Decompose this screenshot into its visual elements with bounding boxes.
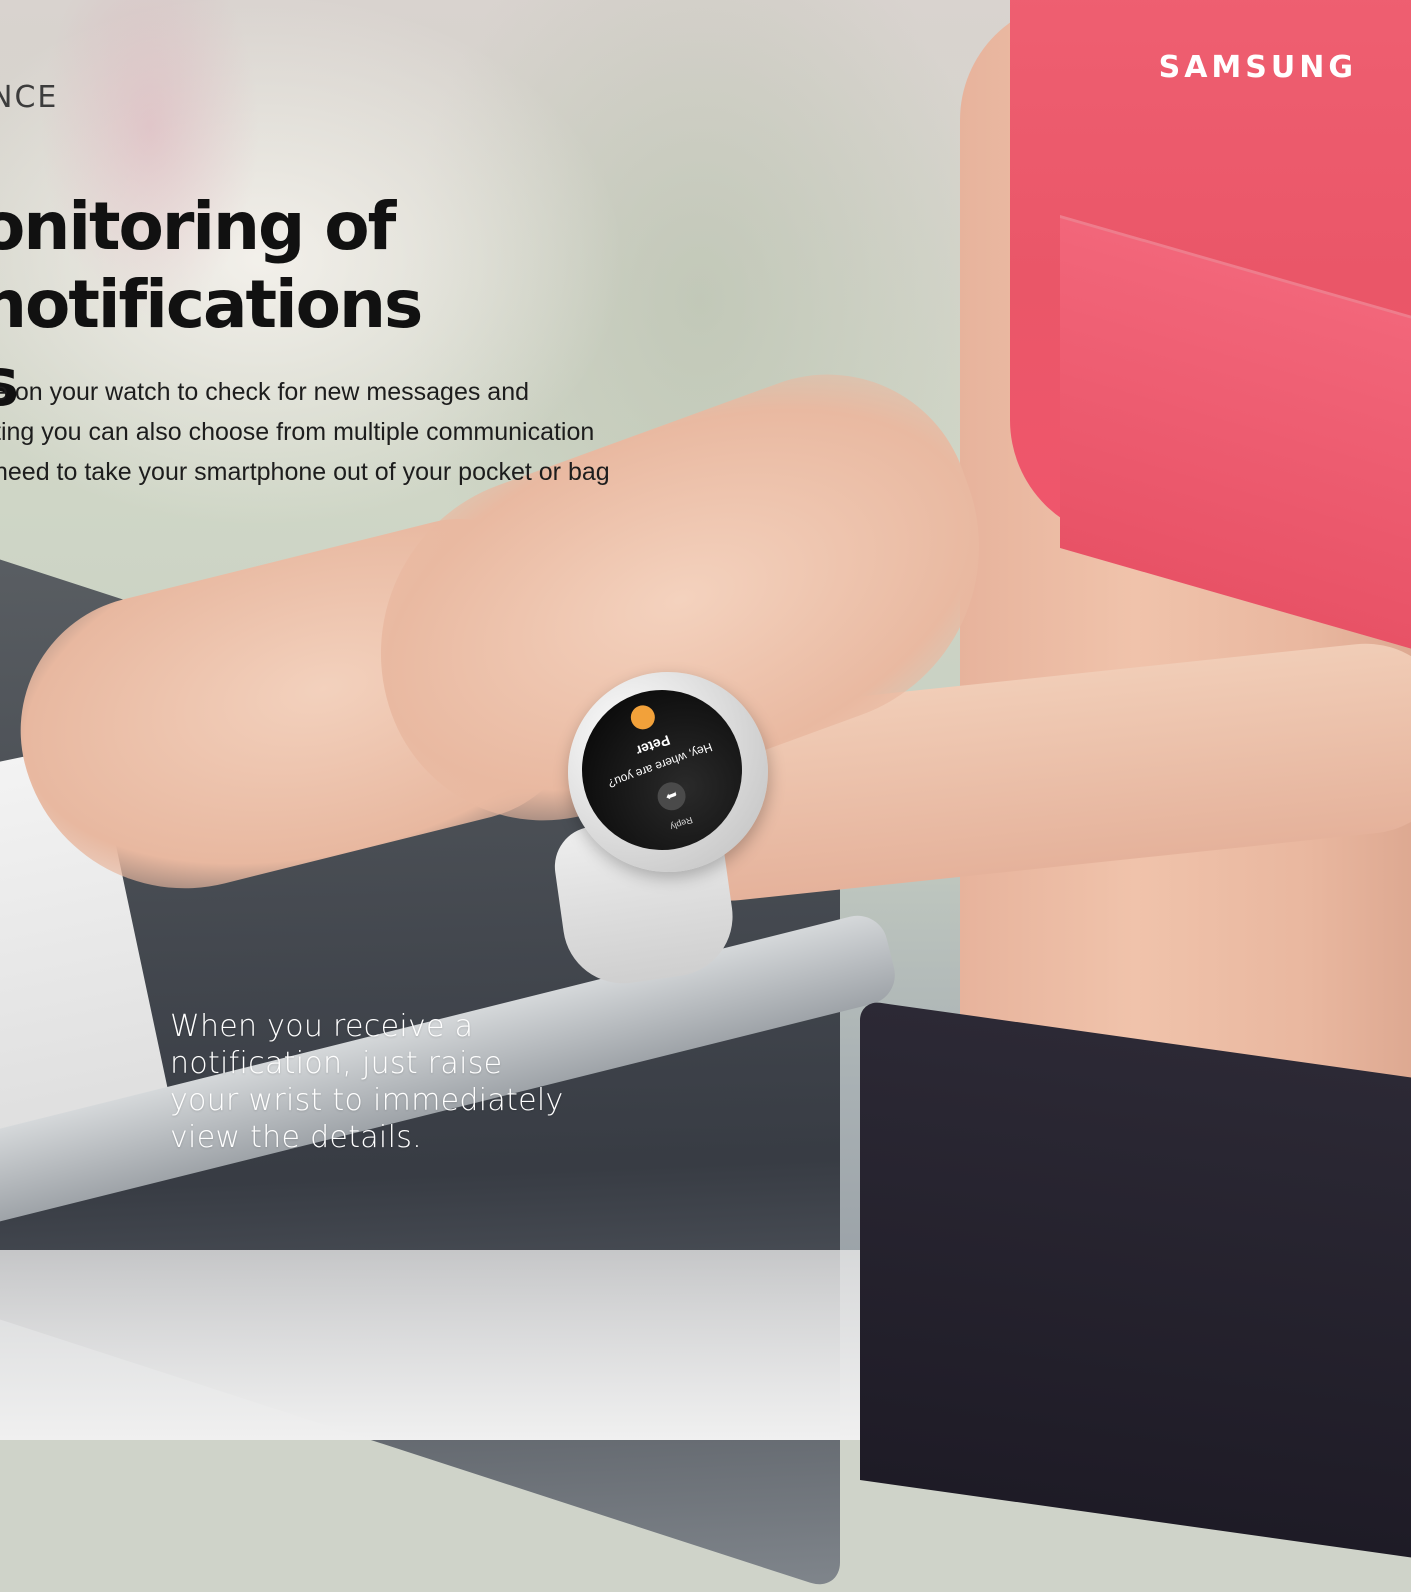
- body-line: ting you can also choose from multiple c…: [0, 418, 595, 446]
- samsung-logo: SAMSUNG: [1158, 50, 1357, 85]
- body-line: e on your watch to check for new message…: [0, 378, 530, 406]
- caption-line: view the details.: [170, 1120, 422, 1155]
- body-copy: e on your watch to check for new message…: [0, 372, 694, 492]
- person-leggings: [860, 1000, 1411, 1565]
- share-arrow-icon: ➦: [653, 778, 690, 815]
- section-label: NCE: [0, 80, 59, 115]
- caption-line: When you receive a: [170, 1009, 474, 1044]
- caption-line: your wrist to immediately: [170, 1083, 564, 1118]
- floor: [0, 1250, 900, 1440]
- page-title-line: onitoring of notifications: [0, 188, 423, 343]
- email-app-icon: [627, 701, 659, 733]
- caption: When you receive a notification, just ra…: [170, 1008, 590, 1156]
- body-line: need to take your smartphone out of your…: [0, 458, 610, 486]
- caption-line: notification, just raise: [170, 1046, 503, 1081]
